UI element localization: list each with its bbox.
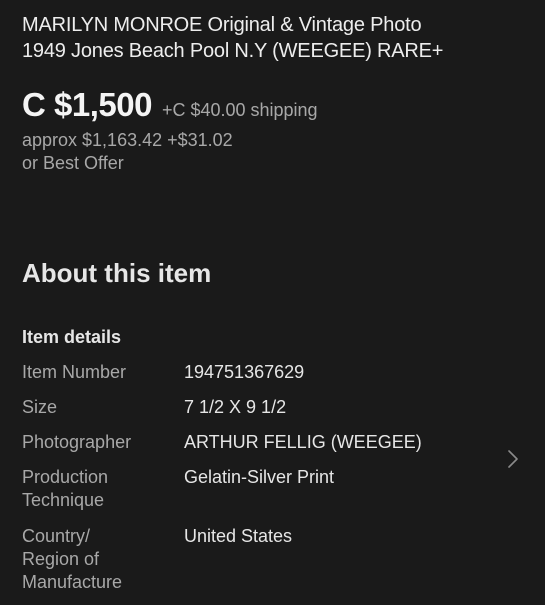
chevron-right-icon-svg	[508, 450, 518, 468]
approx-price: approx $1,163.42 +$31.02	[22, 130, 233, 150]
spec-value-size: 7 1/2 X 9 1/2	[184, 397, 287, 417]
spec-label-line: Manufacture	[22, 572, 123, 592]
about-heading: About this item	[22, 258, 212, 288]
item-title-line2: 1949 Jones Beach Pool N.Y (WEEGEE) RARE+	[22, 40, 444, 62]
item-details-heading: Item details	[22, 327, 122, 347]
item-title-line1: MARILYN MONROE Original & Vintage Photo	[22, 14, 422, 36]
item-title: MARILYN MONROE Original & Vintage Photo …	[22, 12, 532, 64]
spec-label-production-technique: Production Technique	[22, 466, 172, 512]
spec-value-item-number: 194751367629	[184, 362, 305, 382]
spec-label-size: Size	[22, 397, 58, 417]
item-price: C $1,500	[22, 86, 152, 123]
best-offer-text: or Best Offer	[22, 153, 124, 173]
spec-label-photographer: Photographer	[22, 432, 132, 452]
spec-value-photographer: ARTHUR FELLIG (WEEGEE)	[184, 432, 422, 452]
spec-value-country: United States	[184, 526, 293, 546]
price-row: C $1,500 +C $40.00 shipping	[22, 86, 318, 124]
spec-label-line: Region of	[22, 549, 100, 569]
spec-label-line: Technique	[22, 490, 105, 510]
spec-label-item-number: Item Number	[22, 362, 127, 382]
spec-label-line: Country/	[22, 526, 91, 546]
spec-value-production-technique: Gelatin-Silver Print	[184, 467, 335, 487]
spec-label-country: Country/ Region of Manufacture	[22, 525, 172, 594]
chevron-right-icon[interactable]	[503, 447, 523, 471]
shipping-cost: +C $40.00 shipping	[161, 100, 318, 120]
spec-label-line: Production	[22, 467, 109, 487]
